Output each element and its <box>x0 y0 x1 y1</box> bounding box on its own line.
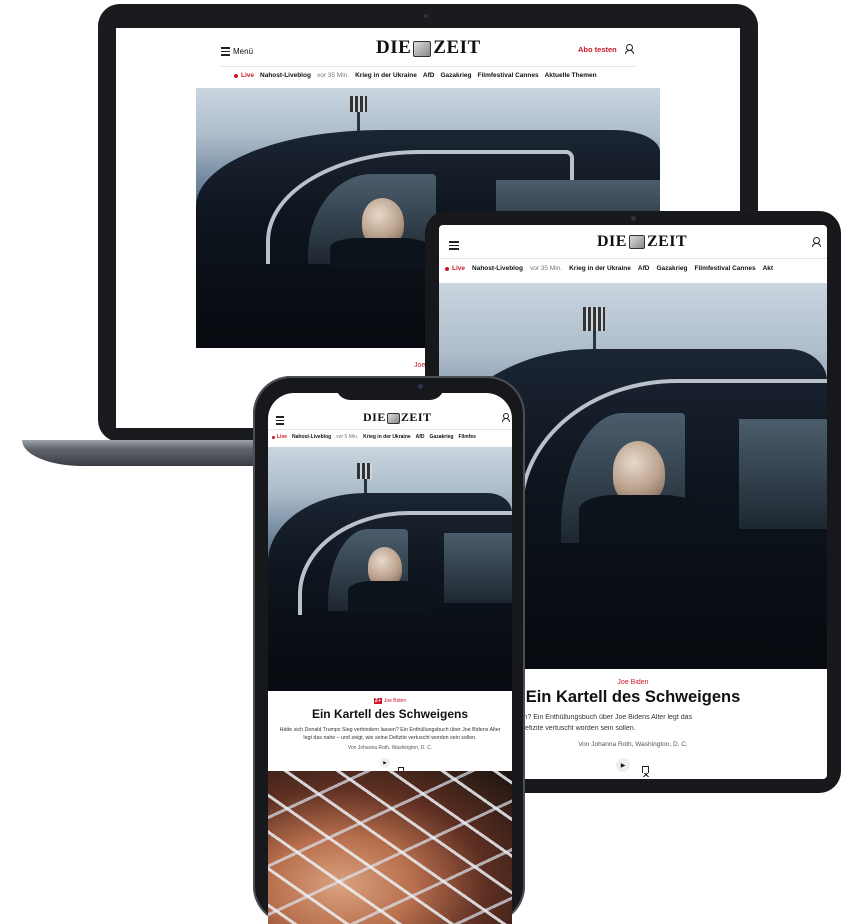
menu-icon[interactable] <box>449 239 459 252</box>
nav-item-ukraine[interactable]: Krieg in der Ukraine <box>363 434 411 440</box>
nav-item-gazakrieg[interactable]: Gazakrieg <box>440 72 471 79</box>
nav-item-afd[interactable]: AfD <box>423 72 435 79</box>
zplus-badge: Z+ <box>373 698 382 704</box>
live-badge[interactable]: Live <box>234 72 254 79</box>
nav-time: vor 35 Min. <box>316 72 350 79</box>
menu-icon[interactable] <box>276 414 284 427</box>
topic-nav: Live Nahost-Liveblog vor 35 Min. Krieg i… <box>445 265 827 272</box>
live-badge[interactable]: Live <box>272 434 287 440</box>
menu-button[interactable]: Menü <box>221 45 253 58</box>
tablet-camera <box>631 216 636 221</box>
user-icon-body <box>812 243 821 247</box>
laptop-kicker: Joe <box>414 362 426 369</box>
article-byline: Von Johanna Roth, Washington, D. C. <box>347 745 433 751</box>
user-icon-body <box>625 50 634 54</box>
article-kicker: Joe Biden <box>383 698 407 704</box>
zeit-logo[interactable]: DIE ZEIT <box>376 37 481 59</box>
nav-item-cannes[interactable]: Filmfestival Cannes <box>695 265 756 272</box>
nav-time: vor 35 Min. <box>529 265 563 272</box>
nav-item-afd[interactable]: AfD <box>638 265 650 272</box>
user-icon-body <box>502 418 510 422</box>
nav-item-gazakrieg[interactable]: Gazakrieg <box>656 265 687 272</box>
article-teaser: Hätte sich Donald Trumps Sieg verhindern… <box>279 727 501 741</box>
article-headline[interactable]: Ein Kartell des Schweigens <box>268 707 512 721</box>
eagle-crest-icon <box>413 40 432 57</box>
secondary-teaser-image[interactable] <box>268 771 512 924</box>
laptop-camera <box>424 14 428 18</box>
hero-image[interactable] <box>268 447 512 691</box>
header-divider <box>221 66 636 67</box>
play-icon[interactable]: ▶ <box>380 758 390 768</box>
nav-item-nahost[interactable]: Nahost-Liveblog <box>472 265 523 272</box>
nav-item-gazakrieg[interactable]: Gazakrieg <box>430 434 454 440</box>
nav-item-nahost[interactable]: Nahost-Liveblog <box>260 72 311 79</box>
eagle-crest-icon <box>386 412 400 424</box>
header-divider <box>439 258 827 259</box>
header-divider <box>268 429 512 430</box>
menu-icon <box>221 45 230 58</box>
topic-nav: Live Nahost-Liveblog vor 35 Min. Krieg i… <box>234 72 597 79</box>
zeit-logo[interactable]: DIE ZEIT <box>363 410 432 425</box>
nav-item-cannes[interactable]: Filmfestival Cannes <box>478 72 539 79</box>
nav-item-topics-truncated[interactable]: Akt <box>763 265 773 272</box>
nav-time: vor 5 Min. <box>336 434 359 440</box>
topic-nav: Live Nahost-Liveblog vor 5 Min. Krieg in… <box>272 434 512 440</box>
subscribe-link[interactable]: Abo testen <box>578 45 617 54</box>
phone-camera <box>418 384 423 389</box>
article-kicker-row: Z+ Joe Biden <box>268 698 512 704</box>
live-badge[interactable]: Live <box>445 265 465 272</box>
nav-item-cannes-truncated[interactable]: Filmfes <box>458 434 476 440</box>
nav-item-ukraine[interactable]: Krieg in der Ukraine <box>355 72 417 79</box>
phone-screen: DIE ZEIT Live Nahost-Liveblog vor 5 Min. … <box>268 393 512 924</box>
nav-item-afd[interactable]: AfD <box>416 434 425 440</box>
nav-item-nahost[interactable]: Nahost-Liveblog <box>292 434 331 440</box>
zeit-logo[interactable]: DIE ZEIT <box>597 233 687 251</box>
nav-item-topics[interactable]: Aktuelle Themen <box>545 72 597 79</box>
eagle-crest-icon <box>628 235 645 250</box>
menu-label: Menü <box>233 46 254 56</box>
play-icon[interactable]: ▶ <box>616 758 630 772</box>
phone-notch <box>336 378 444 400</box>
nav-item-ukraine[interactable]: Krieg in der Ukraine <box>569 265 631 272</box>
bookmark-icon[interactable] <box>641 766 650 777</box>
